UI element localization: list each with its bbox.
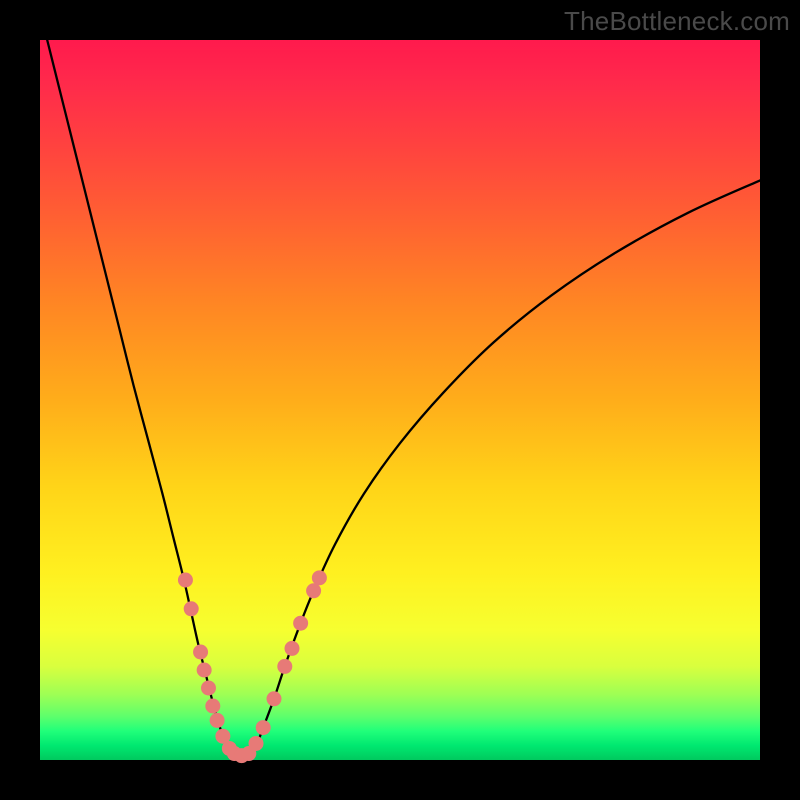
data-point: [197, 663, 212, 678]
chart-frame: TheBottleneck.com: [0, 0, 800, 800]
curve-left-curve: [47, 40, 241, 756]
data-point: [205, 699, 220, 714]
data-point: [178, 573, 193, 588]
data-point: [184, 601, 199, 616]
curve-layer: [47, 40, 760, 756]
data-point: [293, 616, 308, 631]
marker-layer: [178, 570, 327, 763]
data-point: [306, 583, 321, 598]
chart-svg: [40, 40, 760, 760]
data-point: [285, 641, 300, 656]
data-point: [249, 736, 264, 751]
watermark-text: TheBottleneck.com: [564, 6, 790, 37]
curve-right-curve: [242, 180, 760, 755]
data-point: [312, 570, 327, 585]
data-point: [210, 713, 225, 728]
data-point: [267, 691, 282, 706]
data-point: [201, 681, 216, 696]
plot-area: [40, 40, 760, 760]
data-point: [193, 645, 208, 660]
data-point: [256, 720, 271, 735]
data-point: [277, 659, 292, 674]
